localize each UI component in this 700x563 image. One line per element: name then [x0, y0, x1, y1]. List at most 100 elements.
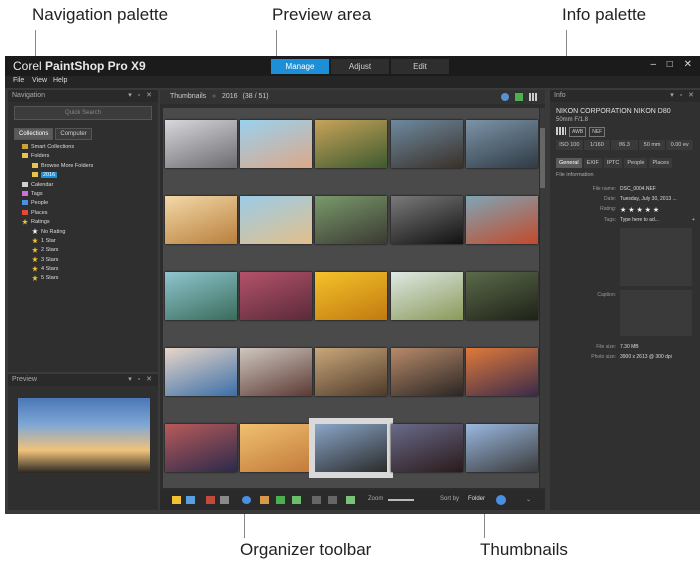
- thumbnail-industrial-workers[interactable]: [466, 120, 538, 168]
- caption-input[interactable]: [620, 290, 692, 336]
- tree-item[interactable]: 2016: [12, 171, 158, 180]
- globe-icon[interactable]: [501, 93, 509, 101]
- callout-navigation-palette: Navigation palette: [32, 5, 169, 24]
- tree-item-label: 2 Stars: [41, 247, 59, 254]
- rating-stars[interactable]: ★ ★ ★ ★ ★: [620, 206, 659, 214]
- palette-controls[interactable]: ▾ ▫ ✕: [128, 90, 154, 102]
- tree-item[interactable]: 1 Star: [12, 237, 158, 246]
- tab-places[interactable]: Places: [649, 158, 672, 168]
- thumbnail-car-wheel[interactable]: [391, 196, 463, 244]
- thumbnail-jumping-boy[interactable]: [391, 272, 463, 320]
- tags-label: Tags:: [604, 217, 616, 223]
- tree-item[interactable]: 2 Stars: [12, 246, 158, 255]
- scrollbar-thumb[interactable]: [540, 128, 545, 188]
- navigation-palette-title: Navigation: [12, 92, 46, 99]
- thumbnail-field-sunset-selected[interactable]: [309, 418, 393, 478]
- add-tag-icon[interactable]: +: [692, 217, 695, 223]
- thumbnail-children-field-sunset[interactable]: [165, 196, 237, 244]
- thumbnail-child-with-arms-wide[interactable]: [240, 120, 312, 168]
- file-information-heading: File information: [556, 172, 594, 178]
- info-toggle-icon[interactable]: [496, 495, 506, 505]
- thumbnail-woman-on-laptop[interactable]: [240, 348, 312, 396]
- tab-computer[interactable]: Computer: [55, 128, 92, 140]
- tree-item[interactable]: Browse More Folders: [12, 162, 158, 171]
- thumbnail-yellow-flower[interactable]: [315, 272, 387, 320]
- share-icon[interactable]: [276, 496, 285, 504]
- rating-label: Rating:: [600, 206, 616, 212]
- breadcrumb-root[interactable]: Thumbnails: [170, 93, 206, 100]
- palette-controls[interactable]: ▾ ▫ ✕: [670, 90, 696, 102]
- retouch-icon[interactable]: [220, 496, 229, 504]
- menu-bar: File View Help: [5, 76, 700, 88]
- thumbnail-rocky-landscape[interactable]: [391, 120, 463, 168]
- sort-by-select[interactable]: Folder: [468, 496, 485, 502]
- menu-help[interactable]: Help: [53, 77, 67, 84]
- tree-item[interactable]: Calendar: [12, 181, 158, 190]
- tree-item[interactable]: Folders: [12, 152, 158, 161]
- window-controls[interactable]: – □ ✕: [650, 59, 696, 70]
- tree-item[interactable]: 3 Stars: [12, 256, 158, 265]
- thumbnail-forest-light[interactable]: [315, 120, 387, 168]
- tab-general[interactable]: General: [556, 158, 582, 168]
- palette-controls[interactable]: ▾ ▫ ✕: [128, 374, 154, 386]
- star-icon: [32, 246, 38, 253]
- quick-search-input[interactable]: Quick Search: [14, 106, 152, 120]
- tab-manage[interactable]: Manage: [271, 59, 329, 74]
- zoom-slider[interactable]: [388, 499, 414, 501]
- thumbnail-person-with-camera[interactable]: [391, 348, 463, 396]
- red-eye-icon[interactable]: [206, 496, 215, 504]
- tree-item-label: 2016: [41, 172, 58, 179]
- thumbnail-sunset-over-water[interactable]: [466, 348, 538, 396]
- thumbnail-baby-winter-hat[interactable]: [165, 348, 237, 396]
- collapse-chevron-icon[interactable]: ⌄: [526, 496, 531, 503]
- menu-view[interactable]: View: [32, 77, 47, 84]
- tab-people[interactable]: People: [624, 158, 648, 168]
- breadcrumb-folder[interactable]: 2016: [222, 93, 238, 100]
- print-icon[interactable]: [260, 496, 269, 504]
- thumbnail-pier-sunset[interactable]: [391, 424, 463, 472]
- thumbnail-photos-on-table[interactable]: [315, 348, 387, 396]
- thumbnail-people-in-boat[interactable]: [466, 196, 538, 244]
- thumbnail-sky-sunset[interactable]: [466, 424, 538, 472]
- view-mode-icon[interactable]: [186, 496, 195, 504]
- tree-item[interactable]: 5 Stars: [12, 274, 158, 283]
- thumbnail-scrollbar[interactable]: [540, 108, 545, 488]
- select-all-icon[interactable]: [172, 496, 181, 504]
- details-view-icon[interactable]: [515, 93, 523, 101]
- tree-item[interactable]: No Rating: [12, 228, 158, 237]
- grid-view-icon[interactable]: [529, 93, 537, 101]
- tree-item[interactable]: People: [12, 199, 158, 208]
- edit-photo-icon[interactable]: [346, 496, 355, 504]
- tree-item[interactable]: Places: [12, 209, 158, 218]
- tree-item-label: Tags: [31, 190, 43, 197]
- tree-item-label: 1 Star: [41, 237, 56, 244]
- rotate-left-icon[interactable]: [312, 496, 321, 504]
- thumbnail-sunset-clouds[interactable]: [165, 424, 237, 472]
- thumbnail-kids-smiling[interactable]: [240, 424, 312, 472]
- star-icon: [22, 218, 28, 225]
- tab-edit[interactable]: Edit: [391, 59, 449, 74]
- menu-file[interactable]: File: [13, 77, 24, 84]
- tree-item[interactable]: Tags: [12, 190, 158, 199]
- thumbnail-hands-smartphone[interactable]: [315, 196, 387, 244]
- thumbnail-tropical-beach[interactable]: [165, 272, 237, 320]
- tab-exif[interactable]: EXIF: [583, 158, 602, 168]
- upload-icon[interactable]: [292, 496, 301, 504]
- tree-item[interactable]: Smart Collections: [12, 143, 158, 152]
- info-palette-title: Info: [554, 92, 566, 99]
- tab-iptc[interactable]: IPTC: [603, 158, 623, 168]
- thumbnail-camera-on-pier[interactable]: [466, 272, 538, 320]
- tags-list[interactable]: [620, 228, 692, 286]
- iso-value: ISO 100: [556, 140, 584, 150]
- tags-input[interactable]: Type here to ad...: [620, 217, 659, 223]
- tree-item[interactable]: 4 Stars: [12, 265, 158, 274]
- thumbnail-girl-sun-hat[interactable]: [240, 196, 312, 244]
- thumbnail-dog-on-bed[interactable]: [165, 120, 237, 168]
- rotate-right-icon[interactable]: [328, 496, 337, 504]
- tab-adjust[interactable]: Adjust: [331, 59, 389, 74]
- folder-icon: [32, 172, 38, 178]
- thumbnail-women-with-bike[interactable]: [240, 272, 312, 320]
- tree-item[interactable]: Ratings: [12, 218, 158, 227]
- people-tag-icon[interactable]: [242, 496, 251, 504]
- tab-collections[interactable]: Collections: [14, 128, 54, 140]
